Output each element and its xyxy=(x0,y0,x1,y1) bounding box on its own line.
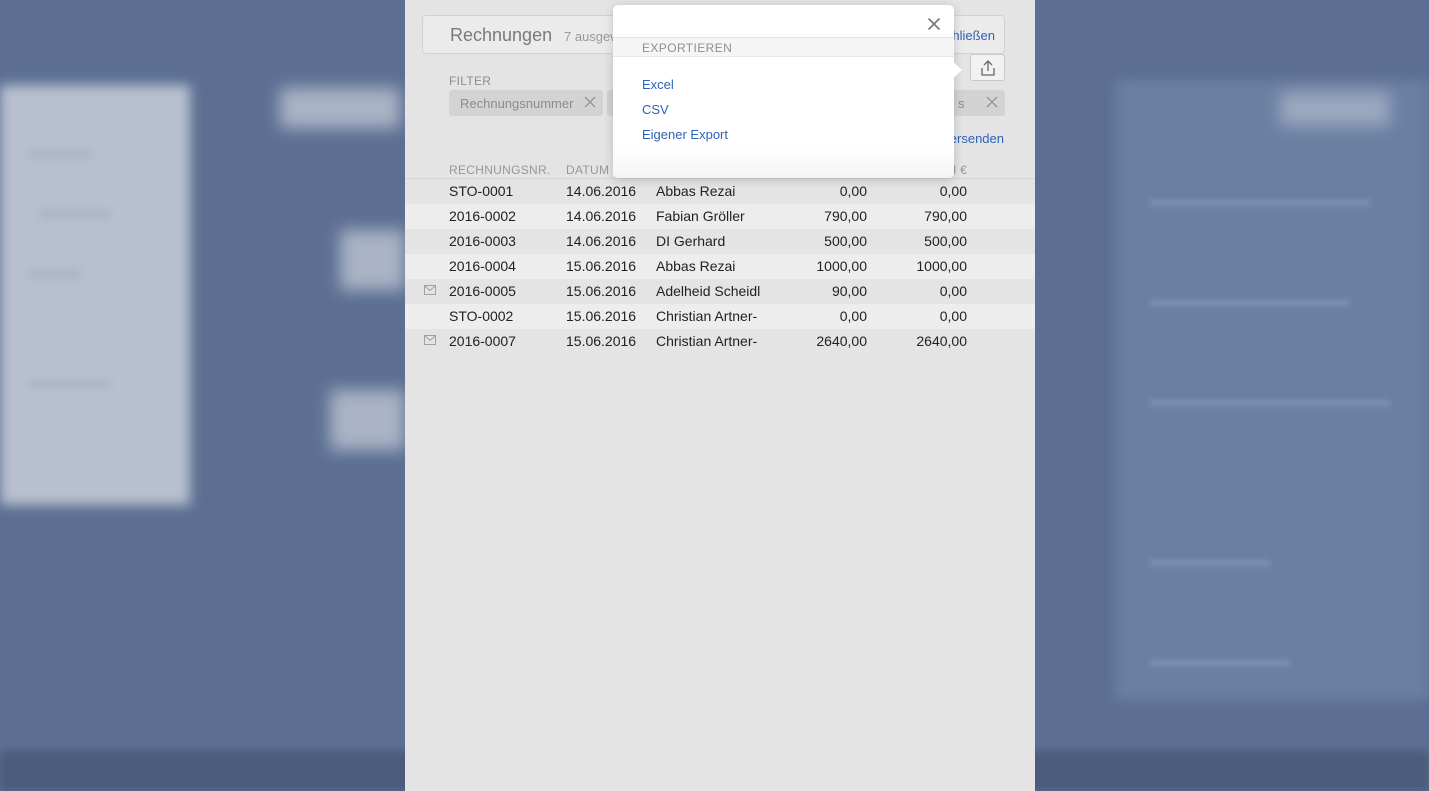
invoice-number-cell: 2016-0003 xyxy=(449,233,516,249)
close-icon[interactable] xyxy=(583,95,597,109)
envelope-icon xyxy=(424,285,436,295)
close-icon[interactable] xyxy=(927,17,941,31)
background-block xyxy=(330,390,405,450)
amount-cell: 0,00 xyxy=(839,183,867,199)
customer-cell: Adelheid Scheidl xyxy=(656,283,761,299)
paid-cell: 2640,00 xyxy=(916,333,967,349)
background-line xyxy=(40,210,110,218)
invoice-number-cell: 2016-0002 xyxy=(449,208,516,224)
export-button[interactable] xyxy=(970,54,1005,81)
table-row[interactable]: 2016-0003 14.06.2016 DI Gerhard 500,00 500,0… xyxy=(405,229,1035,254)
amount-cell: 790,00 xyxy=(824,208,867,224)
filter-chip-label: s xyxy=(958,95,965,111)
selection-count: 7 ausgew xyxy=(564,29,620,44)
paid-cell: 1000,00 xyxy=(916,258,967,274)
column-header-invoice-number[interactable]: RECHNUNGSNR. xyxy=(449,163,551,177)
background-line xyxy=(30,150,90,158)
invoice-number-cell: 2016-0004 xyxy=(449,258,516,274)
date-cell: 15.06.2016 xyxy=(566,283,637,299)
invoice-number-cell: 2016-0005 xyxy=(449,283,516,299)
background-block xyxy=(340,230,405,290)
background-card-left xyxy=(0,85,190,505)
envelope-icon xyxy=(424,335,436,345)
close-link[interactable]: hließen xyxy=(952,28,995,43)
paid-cell: 0,00 xyxy=(939,308,967,324)
popover-arrow xyxy=(950,59,962,81)
export-popover: EXPORTIEREN Excel CSV Eigener Export xyxy=(613,5,962,178)
customer-cell: Fabian Gröller xyxy=(656,208,745,224)
date-cell: 14.06.2016 xyxy=(566,183,637,199)
amount-cell: 90,00 xyxy=(831,283,867,299)
customer-cell: Abbas Rezai xyxy=(656,183,736,199)
table-row[interactable]: STO-0002 15.06.2016 Christian Artner- 0,00 0… xyxy=(405,304,1035,329)
paid-cell: 790,00 xyxy=(924,208,967,224)
amount-cell: 0,00 xyxy=(839,308,867,324)
date-cell: 14.06.2016 xyxy=(566,233,637,249)
send-link[interactable]: ersenden xyxy=(950,131,1004,146)
invoice-number-cell: 2016-0007 xyxy=(449,333,516,349)
background-line xyxy=(30,380,110,388)
background-line xyxy=(30,270,80,278)
export-heading-bar: EXPORTIEREN xyxy=(613,37,954,57)
invoice-number-cell: STO-0001 xyxy=(449,183,514,199)
export-heading: EXPORTIEREN xyxy=(642,41,733,55)
customer-cell: DI Gerhard xyxy=(656,233,726,249)
amount-cell: 500,00 xyxy=(824,233,867,249)
page-title: Rechnungen xyxy=(450,25,553,45)
amount-cell: 2640,00 xyxy=(816,333,867,349)
background-line xyxy=(1150,200,1370,206)
amount-cell: 1000,00 xyxy=(816,258,867,274)
close-icon[interactable] xyxy=(985,95,999,109)
table-row[interactable]: 2016-0004 15.06.2016 Abbas Rezai 1000,00 100… xyxy=(405,254,1035,279)
paid-cell: 500,00 xyxy=(924,233,967,249)
background-line xyxy=(1150,300,1350,306)
background-panel-right xyxy=(1115,80,1429,700)
table-row[interactable]: 2016-0002 14.06.2016 Fabian Gröller 790,00 7… xyxy=(405,204,1035,229)
paid-cell: 0,00 xyxy=(939,183,967,199)
background-line xyxy=(1150,660,1290,666)
invoice-number-cell: STO-0002 xyxy=(449,308,514,324)
date-cell: 14.06.2016 xyxy=(566,208,637,224)
date-cell: 15.06.2016 xyxy=(566,308,637,324)
date-cell: 15.06.2016 xyxy=(566,333,637,349)
filter-label: FILTER xyxy=(449,74,492,88)
share-upload-icon xyxy=(980,59,995,76)
date-cell: 15.06.2016 xyxy=(566,258,637,274)
filter-chip-status[interactable]: s xyxy=(945,90,1005,116)
customer-cell: Christian Artner- xyxy=(656,333,758,349)
background-line xyxy=(1150,560,1270,566)
export-custom-link[interactable]: Eigener Export xyxy=(642,127,728,142)
popover-footer xyxy=(613,148,954,178)
table-row[interactable]: 2016-0005 15.06.2016 Adelheid Scheidl 90,00… xyxy=(405,279,1035,304)
paid-cell: 0,00 xyxy=(939,283,967,299)
customer-cell: Christian Artner- xyxy=(656,308,758,324)
filter-chip-invoice-number[interactable]: Rechnungsnummer xyxy=(449,90,603,116)
column-header-paid[interactable]: I € xyxy=(953,163,967,177)
background-block xyxy=(1280,92,1390,126)
column-header-date[interactable]: DATUM xyxy=(566,163,609,177)
background-line xyxy=(1150,400,1390,406)
table-row[interactable]: STO-0001 14.06.2016 Abbas Rezai 0,00 0,00 xyxy=(405,179,1035,204)
table-row[interactable]: 2016-0007 15.06.2016 Christian Artner- 2640… xyxy=(405,329,1035,354)
filter-chip-label: Rechnungsnummer xyxy=(460,95,574,111)
export-excel-link[interactable]: Excel xyxy=(642,77,674,92)
export-csv-link[interactable]: CSV xyxy=(642,102,669,117)
customer-cell: Abbas Rezai xyxy=(656,258,736,274)
background-block xyxy=(280,88,400,128)
